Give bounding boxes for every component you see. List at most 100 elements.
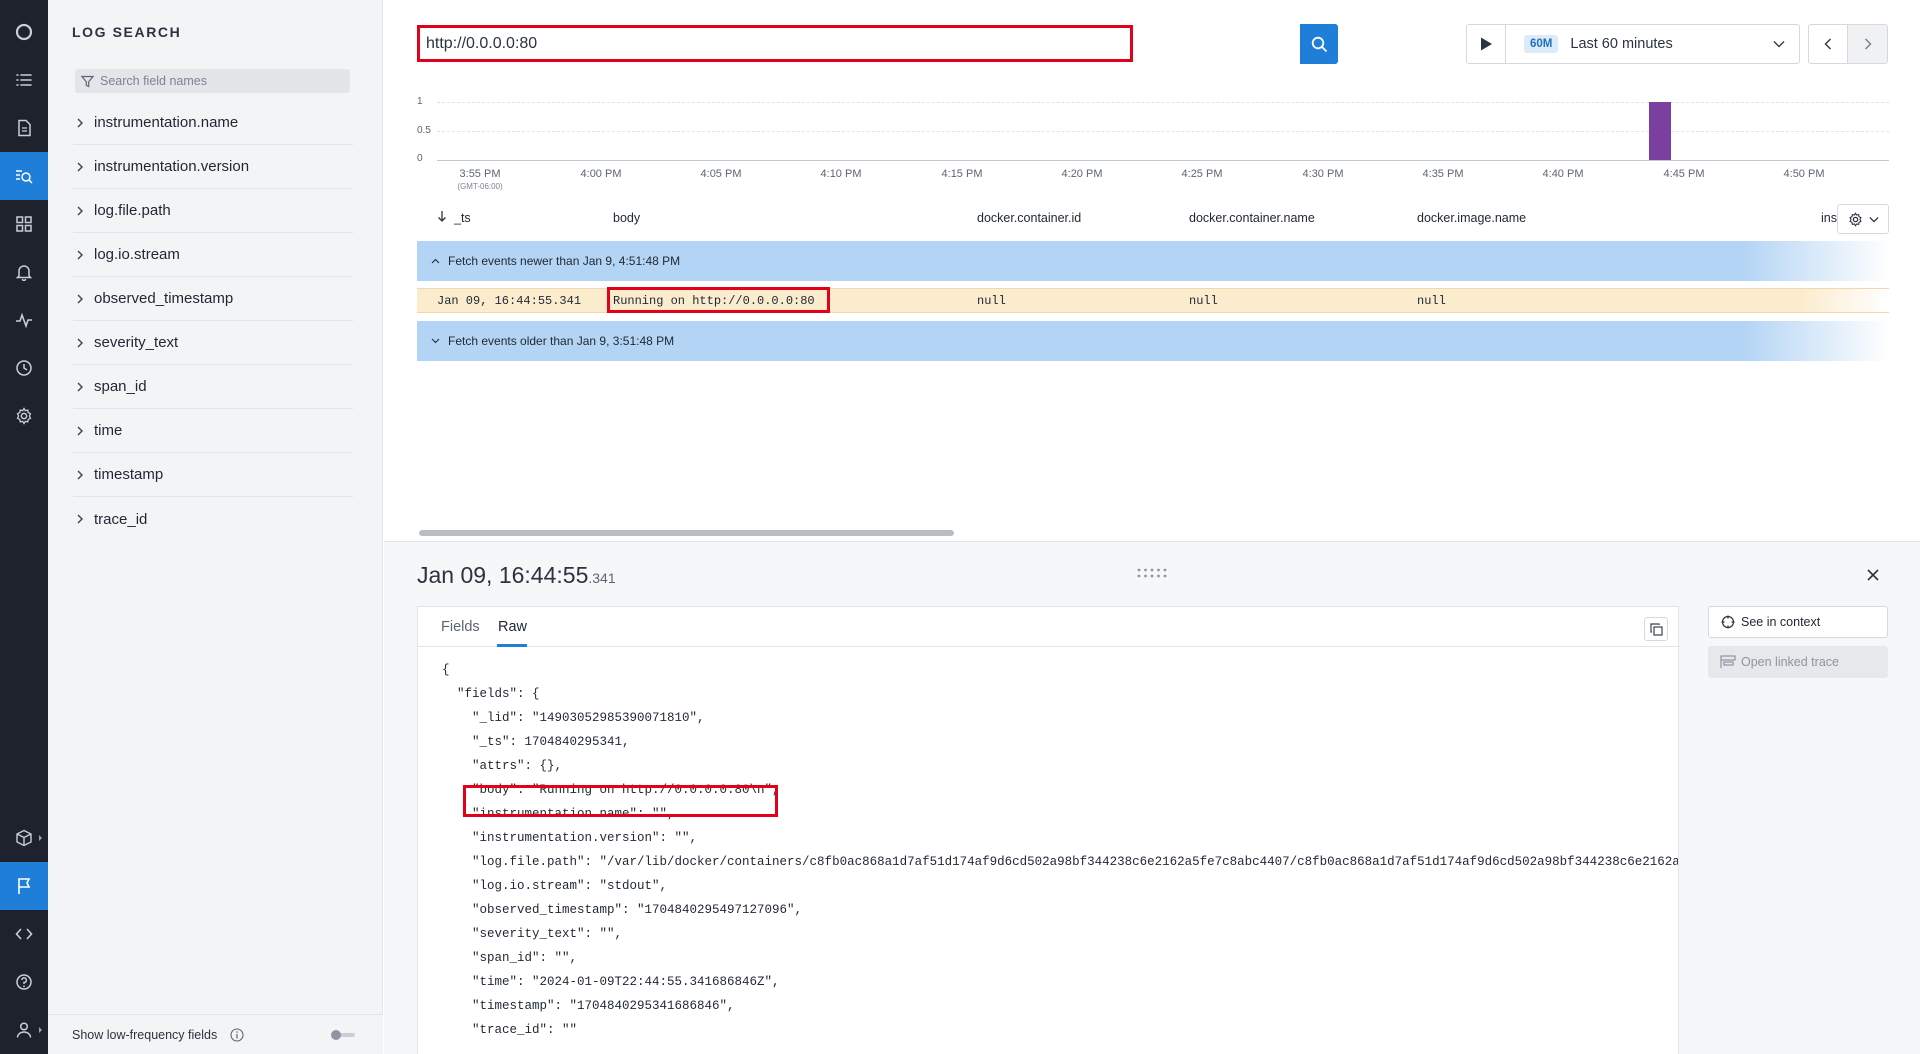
chevron-down-icon xyxy=(431,338,440,344)
filter-icon xyxy=(81,75,94,87)
info-icon[interactable] xyxy=(230,1028,244,1042)
expand-caret-icon xyxy=(39,835,42,841)
chevron-right-icon xyxy=(73,118,87,128)
query-input[interactable] xyxy=(426,34,1116,53)
help-icon[interactable] xyxy=(0,958,48,1006)
field-label: log.io.stream xyxy=(94,246,180,263)
field-label: timestamp xyxy=(94,466,164,483)
trace-icon xyxy=(1720,655,1736,668)
flag-icon[interactable] xyxy=(0,862,48,910)
x-axis-line xyxy=(437,160,1889,161)
activity-icon[interactable] xyxy=(0,296,48,344)
field-label: trace_id xyxy=(94,510,148,528)
raw-line: "log.file.path": "/var/lib/docker/contai… xyxy=(472,855,1678,869)
search-button[interactable] xyxy=(1300,24,1338,64)
bell-icon[interactable] xyxy=(0,248,48,296)
low-frequency-label: Show low-frequency fields xyxy=(72,1027,218,1042)
gear-icon[interactable] xyxy=(0,392,48,440)
x-tick-label: 4:00 PM xyxy=(580,168,622,180)
cell-ts: Jan 09, 16:44:55.341 xyxy=(437,294,582,308)
fetch-older-label: Fetch events older than Jan 9, 3:51:48 P… xyxy=(448,334,675,348)
open-linked-trace-label: Open linked trace xyxy=(1741,655,1839,669)
grid-line xyxy=(437,102,1889,103)
field-item-severity-text[interactable]: severity_text xyxy=(73,321,353,365)
raw-line: { xyxy=(442,663,450,677)
log-search-icon[interactable] xyxy=(0,152,48,200)
code-icon[interactable] xyxy=(0,910,48,958)
chevron-up-icon xyxy=(431,258,440,264)
field-item-instrumentation-name[interactable]: instrumentation.name xyxy=(73,101,353,145)
field-item-timestamp[interactable]: timestamp xyxy=(73,453,353,497)
close-detail-button[interactable] xyxy=(1866,568,1882,584)
field-search-input[interactable] xyxy=(100,74,340,88)
field-item-instrumentation-version[interactable]: instrumentation.version xyxy=(73,145,353,189)
field-search[interactable] xyxy=(75,69,350,93)
user-icon[interactable] xyxy=(0,1006,48,1054)
document-icon[interactable] xyxy=(0,104,48,152)
expand-caret-icon xyxy=(39,1027,42,1033)
list-icon[interactable] xyxy=(0,56,48,104)
tab-fields[interactable]: Fields xyxy=(441,619,480,635)
field-item-observed-timestamp[interactable]: observed_timestamp xyxy=(73,277,353,321)
field-label: instrumentation.version xyxy=(94,158,250,175)
raw-json-view[interactable]: { "fields": { "_lid": "14903052985390071… xyxy=(442,663,1678,1054)
sidebar-title: LOG SEARCH xyxy=(72,24,182,40)
package-icon[interactable] xyxy=(0,814,48,862)
column-header-docker-image-name[interactable]: docker.image.name xyxy=(1417,211,1526,225)
tab-raw[interactable]: Raw xyxy=(498,619,527,635)
column-header-docker-container-id[interactable]: docker.container.id xyxy=(977,211,1081,225)
scrollbar-thumb[interactable] xyxy=(419,530,954,536)
sort-down-icon[interactable] xyxy=(437,210,447,222)
annotation-highlight-box xyxy=(607,287,830,313)
horizontal-scrollbar[interactable] xyxy=(417,529,1889,537)
column-header-ts[interactable]: _ts xyxy=(454,211,471,225)
icon-rail xyxy=(0,0,48,1054)
column-header-truncated[interactable]: ins xyxy=(1821,211,1837,225)
chevron-right-icon xyxy=(73,338,87,348)
event-histogram[interactable]: 1 0.5 0 3:55 PM (GMT-06:00) 4:00 PM 4:05… xyxy=(417,96,1889,196)
time-range-select[interactable]: 60M Last 60 minutes xyxy=(1505,24,1800,64)
y-tick-label: 0 xyxy=(417,153,423,164)
column-settings-button[interactable] xyxy=(1837,204,1889,234)
logo-icon[interactable] xyxy=(0,8,48,56)
field-item-trace-id[interactable]: trace_id xyxy=(73,497,353,541)
x-tick-label: 3:55 PM xyxy=(459,168,501,180)
sidebar-footer: Show low-frequency fields xyxy=(48,1014,383,1054)
query-box[interactable] xyxy=(417,25,1133,62)
copy-raw-button[interactable] xyxy=(1644,617,1668,641)
column-header-body[interactable]: body xyxy=(613,211,640,225)
field-item-log-file-path[interactable]: log.file.path xyxy=(73,189,353,233)
x-tick-label: 4:40 PM xyxy=(1542,168,1584,180)
histogram-bar[interactable] xyxy=(1648,102,1671,160)
field-label: instrumentation.name xyxy=(94,114,239,131)
x-tick-label: 4:15 PM xyxy=(941,168,983,180)
open-linked-trace-button[interactable]: Open linked trace xyxy=(1708,646,1888,678)
field-label: severity_text xyxy=(94,334,179,351)
time-back-button[interactable] xyxy=(1808,24,1848,64)
chevron-right-icon xyxy=(73,382,87,392)
event-detail-panel: Jan 09, 16:44:55.341 Fields Raw { "field… xyxy=(384,541,1920,1054)
see-in-context-button[interactable]: See in context xyxy=(1708,606,1888,638)
x-tick-label: 4:35 PM xyxy=(1422,168,1464,180)
column-header-docker-container-name[interactable]: docker.container.name xyxy=(1189,211,1315,225)
fetch-newer-bar[interactable]: Fetch events newer than Jan 9, 4:51:48 P… xyxy=(417,241,1889,281)
field-label: span_id xyxy=(94,378,147,395)
live-tail-button[interactable] xyxy=(1466,24,1506,64)
clock-icon[interactable] xyxy=(0,344,48,392)
table-row[interactable]: Jan 09, 16:44:55.341 Running on http://0… xyxy=(417,287,1889,313)
field-item-log-io-stream[interactable]: log.io.stream xyxy=(73,233,353,277)
time-range-badge: 60M xyxy=(1524,35,1559,53)
field-item-time[interactable]: time xyxy=(73,409,353,453)
raw-line: "severity_text": "", xyxy=(442,927,623,941)
time-forward-button[interactable] xyxy=(1848,24,1888,64)
raw-line: "span_id": "", xyxy=(442,951,578,965)
dashboard-grid-icon[interactable] xyxy=(0,200,48,248)
fetch-older-bar[interactable]: Fetch events older than Jan 9, 3:51:48 P… xyxy=(417,321,1889,361)
field-item-span-id[interactable]: span_id xyxy=(73,365,353,409)
drag-handle-icon[interactable] xyxy=(1136,567,1168,579)
chevron-right-icon xyxy=(73,514,87,524)
low-frequency-toggle[interactable] xyxy=(331,1028,355,1042)
raw-line: "timestamp": "1704840295341686846", xyxy=(442,999,735,1013)
results-table-header: _ts body docker.container.id docker.cont… xyxy=(417,204,1889,234)
raw-line: "time": "2024-01-09T22:44:55.341686846Z"… xyxy=(442,975,780,989)
